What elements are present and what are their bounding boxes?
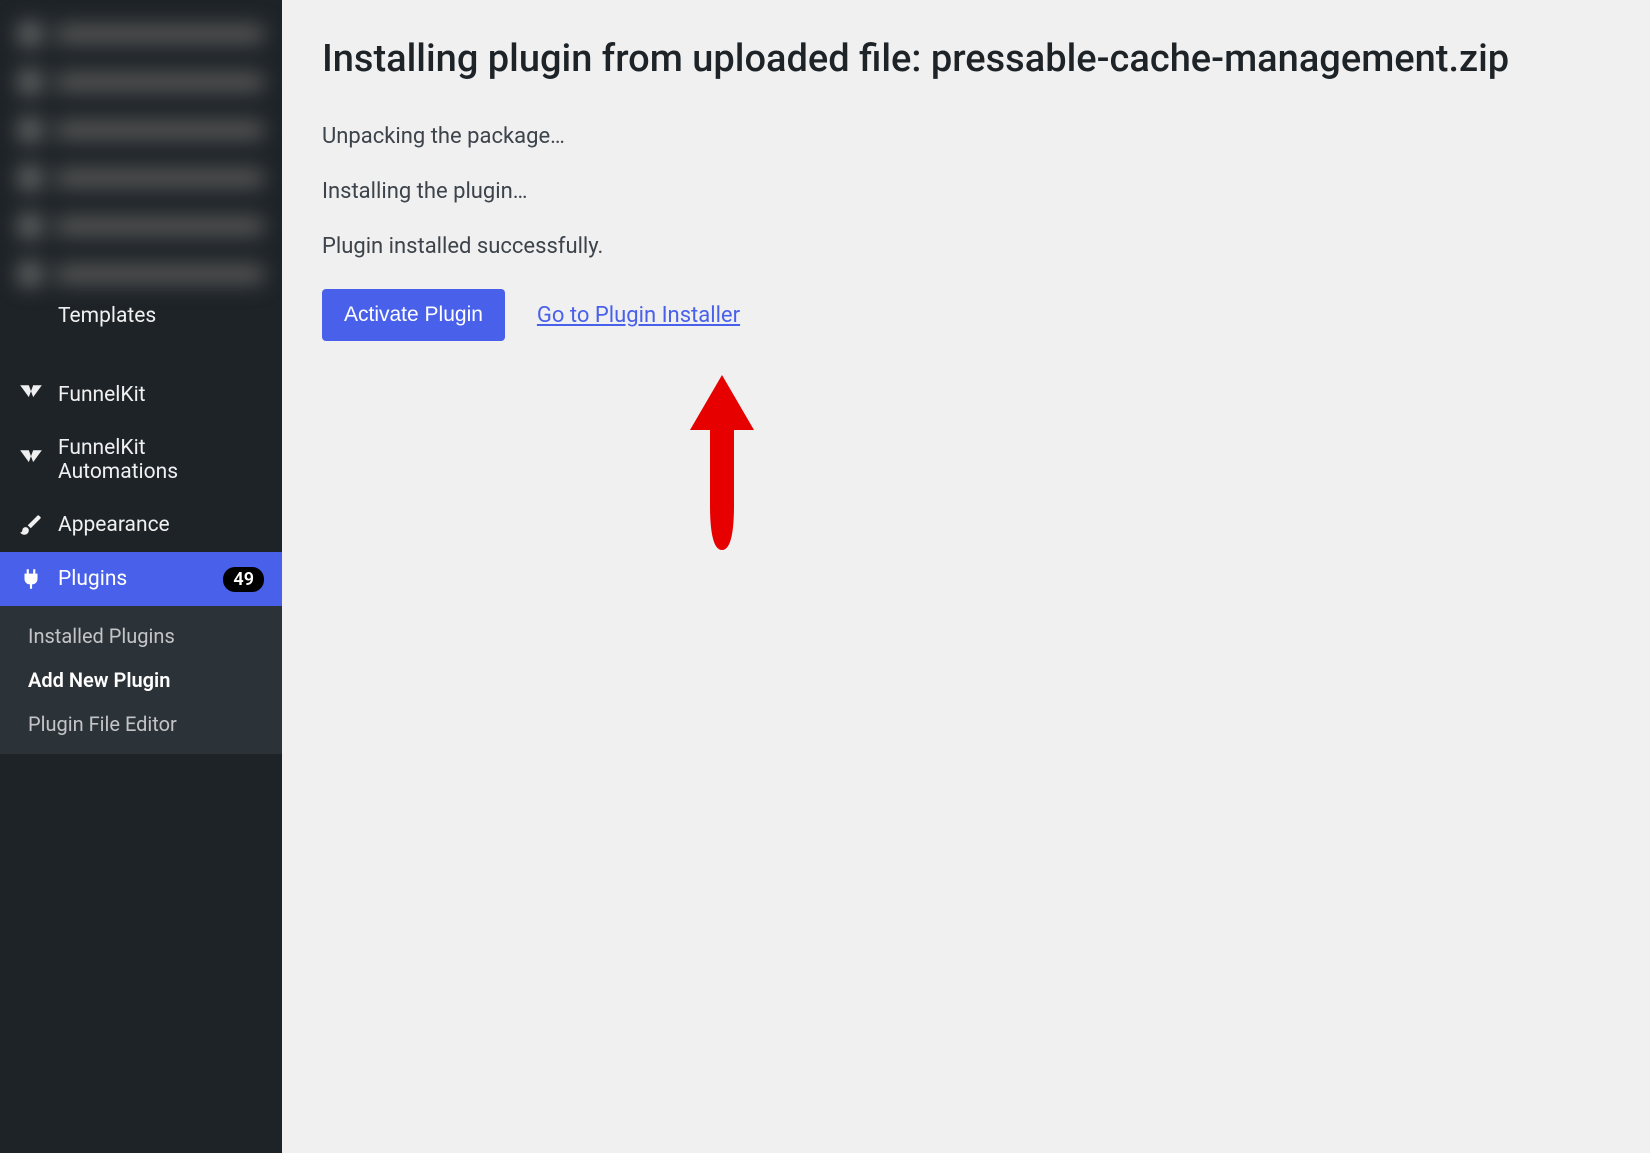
sidebar-item-plugins[interactable]: Plugins 49 [0, 552, 282, 606]
sidebar-item-funnelkit-automations[interactable]: FunnelKit Automations [0, 422, 282, 498]
submenu-plugin-file-editor[interactable]: Plugin File Editor [0, 702, 282, 746]
sidebar-item-label: FunnelKit [58, 383, 264, 407]
admin-sidebar: Templates FunnelKit FunnelKit Automation… [0, 0, 282, 1153]
status-unpacking: Unpacking the package… [322, 124, 1610, 149]
sidebar-item-label: FunnelKit Automations [58, 436, 264, 484]
submenu-item-label: Plugin File Editor [28, 712, 177, 736]
page-title: Installing plugin from uploaded file: pr… [322, 35, 1610, 84]
sidebar-blurred-section [0, 0, 282, 308]
submenu-add-new-plugin[interactable]: Add New Plugin [0, 658, 282, 702]
templates-icon [18, 308, 44, 334]
plugins-update-badge: 49 [223, 567, 264, 592]
sidebar-item-label: Plugins [58, 567, 209, 591]
brush-icon [18, 512, 44, 538]
sidebar-item-label: Appearance [58, 513, 264, 537]
funnelkit-icon [18, 382, 44, 408]
sidebar-item-templates-partial[interactable]: Templates [0, 308, 282, 348]
sidebar-item-funnelkit[interactable]: FunnelKit [0, 368, 282, 422]
activate-plugin-button[interactable]: Activate Plugin [322, 289, 505, 341]
status-success: Plugin installed successfully. [322, 234, 1610, 259]
plug-icon [18, 566, 44, 592]
action-row: Activate Plugin Go to Plugin Installer [322, 289, 1610, 341]
go-to-plugin-installer-link[interactable]: Go to Plugin Installer [537, 303, 740, 328]
submenu-installed-plugins[interactable]: Installed Plugins [0, 614, 282, 658]
sidebar-item-appearance[interactable]: Appearance [0, 498, 282, 552]
plugins-submenu: Installed Plugins Add New Plugin Plugin … [0, 606, 282, 754]
funnelkit-icon [18, 447, 44, 473]
main-content: Installing plugin from uploaded file: pr… [282, 0, 1650, 1153]
status-installing: Installing the plugin… [322, 179, 1610, 204]
submenu-item-label: Add New Plugin [28, 668, 170, 692]
submenu-item-label: Installed Plugins [28, 624, 175, 648]
arrow-annotation-icon [682, 375, 762, 555]
